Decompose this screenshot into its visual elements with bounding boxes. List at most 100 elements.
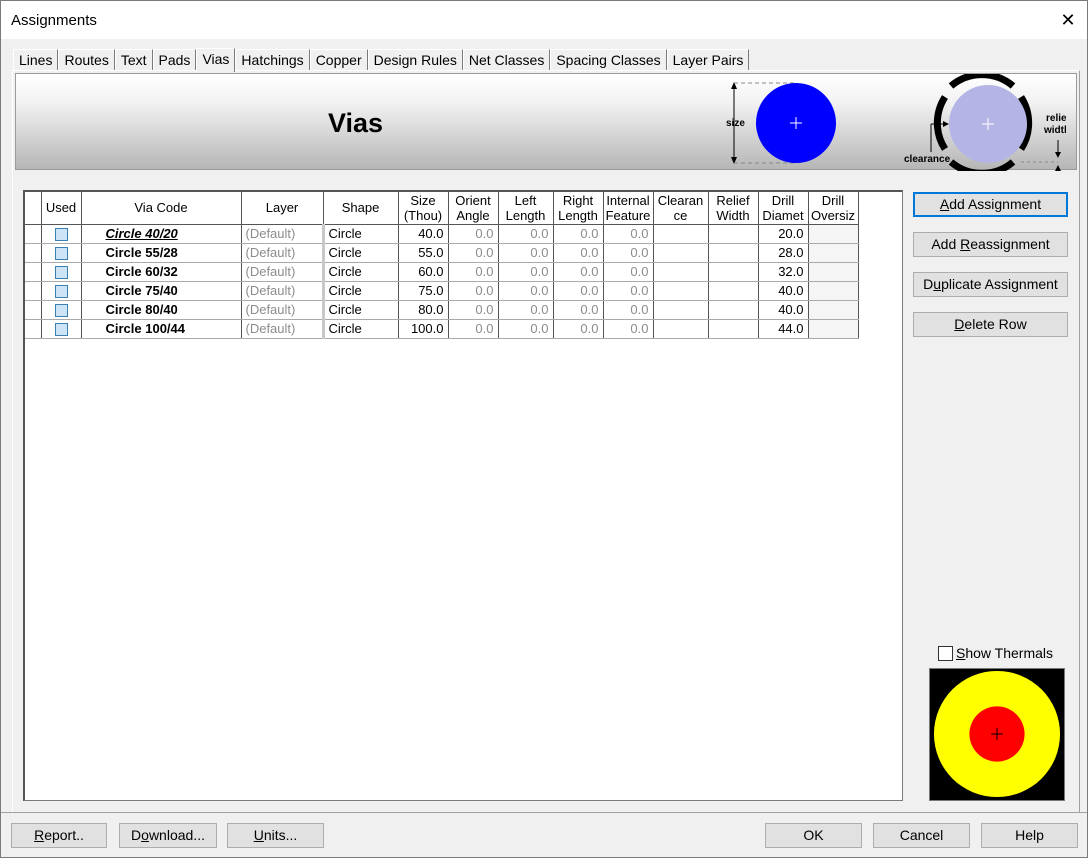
- code-cell[interactable]: Circle 75/40: [81, 281, 242, 301]
- tab-layer-pairs[interactable]: Layer Pairs: [666, 49, 750, 71]
- column-header[interactable]: Used: [41, 192, 82, 225]
- relief-cell[interactable]: [708, 262, 759, 282]
- table-row[interactable]: Circle 75/40 (Default) Circle 75.0 0.0 0.0 0.0…: [25, 281, 859, 301]
- row-header[interactable]: [25, 243, 42, 263]
- layer-cell[interactable]: (Default): [241, 243, 325, 263]
- used-cell[interactable]: [41, 281, 82, 301]
- clearance-cell[interactable]: [653, 243, 709, 263]
- size-cell[interactable]: 100.0: [398, 319, 449, 339]
- drill-cell[interactable]: 44.0: [758, 319, 809, 339]
- layer-cell[interactable]: (Default): [241, 262, 325, 282]
- shape-cell[interactable]: Circle: [323, 300, 399, 320]
- table-row[interactable]: Circle 40/20 (Default) Circle 40.0 0.0 0.0 0.0…: [25, 224, 859, 244]
- duplicate-assignment-button[interactable]: Duplicate Assignment: [913, 272, 1068, 297]
- relief-cell[interactable]: [708, 224, 759, 244]
- relief-cell[interactable]: [708, 319, 759, 339]
- clearance-cell[interactable]: [653, 281, 709, 301]
- column-header[interactable]: Internal Feature: [603, 192, 654, 225]
- internal-cell[interactable]: 0.0: [603, 262, 654, 282]
- drill-cell[interactable]: 40.0: [758, 281, 809, 301]
- clearance-cell[interactable]: [653, 262, 709, 282]
- close-icon[interactable]: ✕: [1055, 7, 1081, 33]
- clearance-cell[interactable]: [653, 300, 709, 320]
- left-cell[interactable]: 0.0: [498, 319, 554, 339]
- left-cell[interactable]: 0.0: [498, 243, 554, 263]
- shape-cell[interactable]: Circle: [323, 262, 399, 282]
- table-row[interactable]: Circle 100/44 (Default) Circle 100.0 0.0 0.0 0…: [25, 319, 859, 339]
- help-button[interactable]: Help: [981, 823, 1078, 848]
- internal-cell[interactable]: 0.0: [603, 319, 654, 339]
- layer-cell[interactable]: (Default): [241, 224, 325, 244]
- used-checkbox[interactable]: [54, 247, 68, 261]
- right-cell[interactable]: 0.0: [553, 224, 604, 244]
- left-cell[interactable]: 0.0: [498, 300, 554, 320]
- internal-cell[interactable]: 0.0: [603, 243, 654, 263]
- tab-net-classes[interactable]: Net Classes: [462, 49, 551, 71]
- add-reassignment-button[interactable]: Add Reassignment: [913, 232, 1068, 257]
- used-checkbox[interactable]: [54, 323, 68, 337]
- ok-button[interactable]: OK: [765, 823, 862, 848]
- used-cell[interactable]: [41, 300, 82, 320]
- relief-cell[interactable]: [708, 300, 759, 320]
- column-header[interactable]: Clearan ce: [653, 192, 709, 225]
- left-cell[interactable]: 0.0: [498, 224, 554, 244]
- row-header[interactable]: [25, 281, 42, 301]
- orient-cell[interactable]: 0.0: [448, 281, 499, 301]
- tab-routes[interactable]: Routes: [58, 49, 115, 71]
- right-cell[interactable]: 0.0: [553, 300, 604, 320]
- oversize-cell[interactable]: [808, 224, 859, 244]
- drill-cell[interactable]: 32.0: [758, 262, 809, 282]
- drill-cell[interactable]: 40.0: [758, 300, 809, 320]
- clearance-cell[interactable]: [653, 319, 709, 339]
- used-cell[interactable]: [41, 262, 82, 282]
- table-row[interactable]: Circle 80/40 (Default) Circle 80.0 0.0 0.0 0.0…: [25, 300, 859, 320]
- tab-vias[interactable]: Vias: [196, 48, 236, 72]
- column-header[interactable]: Drill Oversiz: [808, 192, 859, 225]
- code-cell[interactable]: Circle 60/32: [81, 262, 242, 282]
- row-header[interactable]: [25, 262, 42, 282]
- shape-cell[interactable]: Circle: [323, 243, 399, 263]
- column-header[interactable]: Right Length: [553, 192, 604, 225]
- right-cell[interactable]: 0.0: [553, 262, 604, 282]
- add-assignment-button[interactable]: Add Assignment: [913, 192, 1068, 217]
- code-cell[interactable]: Circle 40/20: [81, 224, 242, 244]
- oversize-cell[interactable]: [808, 243, 859, 263]
- orient-cell[interactable]: 0.0: [448, 243, 499, 263]
- column-header[interactable]: Shape: [323, 192, 399, 225]
- right-cell[interactable]: 0.0: [553, 281, 604, 301]
- layer-cell[interactable]: (Default): [241, 281, 325, 301]
- download-button[interactable]: Download...: [119, 823, 217, 848]
- column-header[interactable]: Via Code: [81, 192, 242, 225]
- used-cell[interactable]: [41, 243, 82, 263]
- used-checkbox[interactable]: [54, 228, 68, 242]
- tab-text[interactable]: Text: [114, 49, 153, 71]
- drill-cell[interactable]: 20.0: [758, 224, 809, 244]
- left-cell[interactable]: 0.0: [498, 281, 554, 301]
- row-header[interactable]: [25, 224, 42, 244]
- column-header[interactable]: Size (Thou): [398, 192, 449, 225]
- left-cell[interactable]: 0.0: [498, 262, 554, 282]
- used-cell[interactable]: [41, 319, 82, 339]
- relief-cell[interactable]: [708, 281, 759, 301]
- show-thermals-checkbox[interactable]: Show Thermals: [938, 645, 1053, 661]
- units-button[interactable]: Units...: [227, 823, 324, 848]
- layer-cell[interactable]: (Default): [241, 319, 325, 339]
- tab-pads[interactable]: Pads: [152, 49, 197, 71]
- column-header[interactable]: Left Length: [498, 192, 554, 225]
- used-checkbox[interactable]: [54, 285, 68, 299]
- size-cell[interactable]: 40.0: [398, 224, 449, 244]
- orient-cell[interactable]: 0.0: [448, 262, 499, 282]
- shape-cell[interactable]: Circle: [323, 224, 399, 244]
- show-thermals-box[interactable]: [938, 645, 953, 661]
- used-checkbox[interactable]: [54, 266, 68, 280]
- internal-cell[interactable]: 0.0: [603, 224, 654, 244]
- right-cell[interactable]: 0.0: [553, 319, 604, 339]
- oversize-cell[interactable]: [808, 300, 859, 320]
- code-cell[interactable]: Circle 55/28: [81, 243, 242, 263]
- internal-cell[interactable]: 0.0: [603, 281, 654, 301]
- table-row[interactable]: Circle 55/28 (Default) Circle 55.0 0.0 0.0 0.0…: [25, 243, 859, 263]
- size-cell[interactable]: 75.0: [398, 281, 449, 301]
- orient-cell[interactable]: 0.0: [448, 300, 499, 320]
- right-cell[interactable]: 0.0: [553, 243, 604, 263]
- size-cell[interactable]: 60.0: [398, 262, 449, 282]
